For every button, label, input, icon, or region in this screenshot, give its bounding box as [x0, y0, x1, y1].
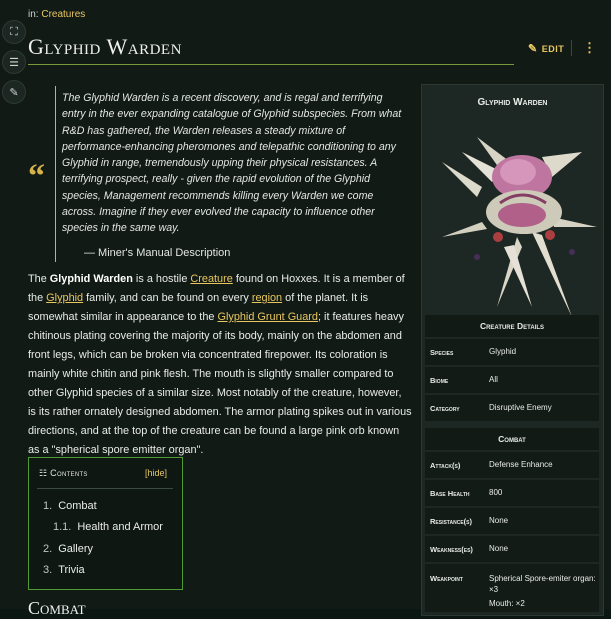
toc-number: 2. [43, 543, 53, 555]
page-title: Glyphid Warden [28, 34, 182, 59]
table-of-contents: ☷ Contents [hide] 1. Combat 1.1. Health an… [28, 457, 183, 590]
link-creature[interactable]: Creature [190, 273, 232, 285]
text: is a hostile [132, 273, 191, 285]
row-value-2: Mouth: ×2 [489, 599, 525, 608]
infobox-title: Glyphid Warden [477, 97, 548, 108]
toc-item-health-armor[interactable]: 1.1. Health and Armor [53, 521, 163, 533]
toc-label: Combat [58, 500, 97, 512]
creature-image [422, 117, 603, 317]
row-value: Spherical Spore-emiter organ: ×3 [489, 574, 596, 594]
breadcrumb-prefix: in: [28, 9, 39, 20]
actions-divider [571, 40, 572, 56]
row-label: Biome [430, 376, 449, 385]
edit-button[interactable]: ✎ EDIT [528, 42, 564, 55]
row-label: Weakpoint [430, 574, 463, 583]
infobox-row-category: Category Disruptive Enemy [425, 395, 599, 421]
infobox-row-weakpoint: Weakpoint Spherical Spore-emiter organ: … [425, 564, 599, 612]
infobox: Glyphid Warden Creature Details Species … [421, 84, 604, 616]
toc-label: Trivia [58, 564, 85, 576]
quote-bar [55, 86, 56, 262]
link-glyphid[interactable]: Glyphid [46, 292, 83, 304]
toc-number: 1.1. [53, 521, 72, 533]
row-value: Glyphid [489, 347, 517, 356]
toc-item-gallery[interactable]: 2. Gallery [43, 543, 93, 555]
title-divider [28, 64, 514, 65]
row-label: Base Health [430, 489, 470, 498]
toc-divider [37, 488, 173, 489]
toc-number: 3. [43, 564, 53, 576]
toc-heading-label: Contents [50, 468, 88, 478]
intro-paragraph: The Glyphid Warden is a hostile Creature… [28, 270, 412, 460]
text: family, and can be found on every [83, 292, 252, 304]
creature-name: Glyphid Warden [49, 273, 133, 285]
quote-attribution: — Miner's Manual Description [84, 247, 231, 259]
toc-hide-toggle[interactable]: [hide] [145, 468, 167, 478]
infobox-row-weaknesses: Weakness(es) None [425, 536, 599, 562]
infobox-row-base-health: Base Health 800 [425, 480, 599, 506]
breadcrumb-category-link[interactable]: Creatures [41, 9, 85, 20]
quote-mark-icon: “ [28, 158, 45, 195]
fullscreen-icon[interactable]: ⛶ [2, 20, 26, 44]
infobox-row-species: Species Glyphid [425, 339, 599, 365]
link-grunt-guard[interactable]: Glyphid Grunt Guard [217, 311, 317, 323]
text: The [28, 273, 50, 285]
table-of-contents-icon[interactable]: ☰ [2, 50, 26, 74]
row-label: Category [430, 404, 460, 413]
text: ; it features heavy chitinous plating co… [28, 311, 412, 456]
row-label: Resistance(s) [430, 517, 472, 526]
pencil-icon: ✎ [528, 43, 538, 55]
row-value: All [489, 375, 498, 384]
row-label: Species [430, 348, 454, 357]
toc-item-combat[interactable]: 1. Combat [43, 500, 97, 512]
toc-label: Health and Armor [77, 521, 163, 533]
row-label: Attack(s) [430, 461, 461, 470]
row-value: Disruptive Enemy [489, 403, 552, 412]
row-value: None [489, 544, 509, 553]
quote-text: The Glyphid Warden is a recent discovery… [62, 92, 402, 235]
infobox-row-attacks: Attack(s) Defense Enhance [425, 452, 599, 478]
row-value: None [489, 516, 509, 525]
infobox-section-creature-details: Creature Details [425, 315, 599, 337]
row-label: Weakness(es) [430, 545, 473, 554]
toc-label: Gallery [58, 543, 94, 555]
more-options-button[interactable]: ⋮ [583, 40, 596, 56]
infobox-row-resistances: Resistance(s) None [425, 508, 599, 534]
list-icon: ☷ [39, 468, 51, 478]
row-value: 800 [489, 488, 503, 497]
toc-number: 1. [43, 500, 53, 512]
row-value: Defense Enhance [489, 460, 553, 469]
page: ⛶ ☰ ✎ in: Creatures Glyphid Warden ✎ EDIT… [0, 0, 611, 618]
infobox-section-combat: Combat [425, 428, 599, 450]
toc-heading: ☷ Contents [39, 468, 88, 479]
edit-label: EDIT [541, 44, 565, 54]
infobox-row-biome: Biome All [425, 367, 599, 393]
link-region[interactable]: region [252, 292, 282, 304]
edit-pencil-icon[interactable]: ✎ [2, 80, 26, 104]
breadcrumb: in: Creatures [28, 9, 85, 20]
toc-item-trivia[interactable]: 3. Trivia [43, 564, 85, 576]
